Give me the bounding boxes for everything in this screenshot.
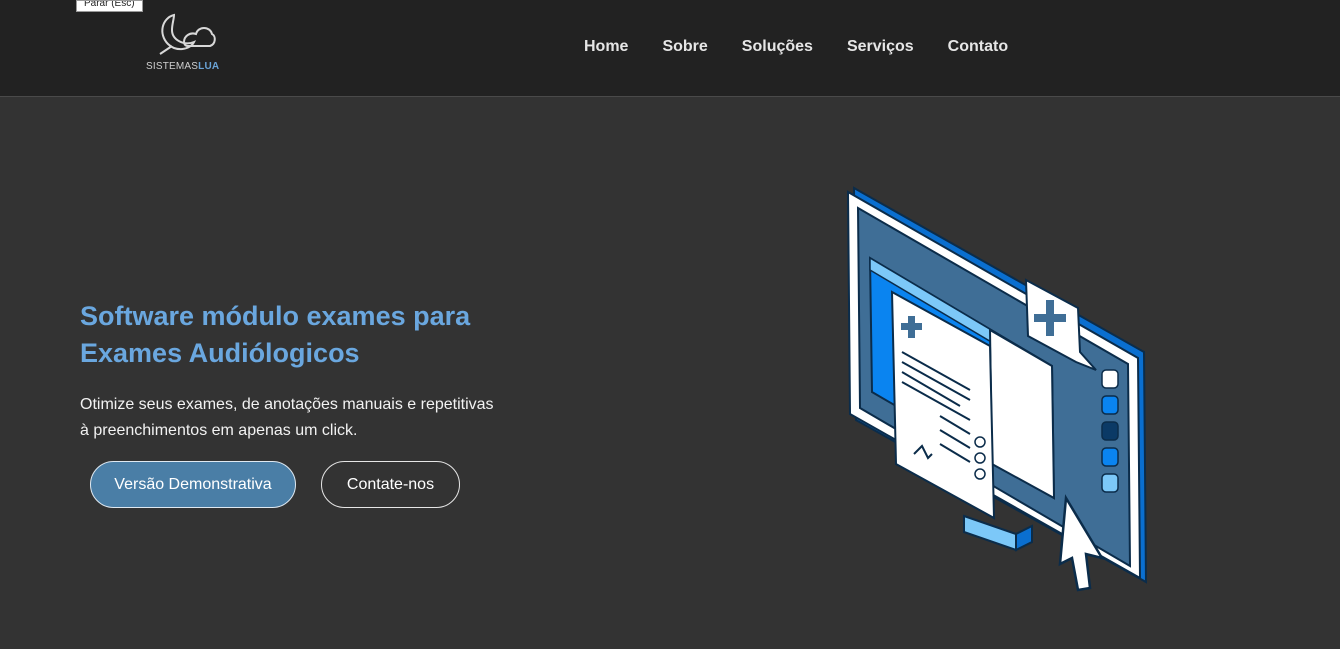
nav-solucoes[interactable]: Soluções — [742, 38, 813, 56]
nav-contato[interactable]: Contato — [948, 38, 1008, 56]
nav-sobre[interactable]: Sobre — [662, 38, 707, 56]
moon-cloud-logo-icon — [159, 13, 216, 55]
tooltip: Parar (Esc) — [76, 0, 143, 12]
contact-button[interactable]: Contate-nos — [321, 461, 460, 508]
hero-title-line1: Software módulo exames para — [80, 301, 471, 331]
hero-description: Otimize seus exames, de anotações manuai… — [80, 392, 520, 444]
monitor-illustration — [840, 180, 1160, 600]
hero-text-line2: à preenchimentos em apenas um click. — [80, 422, 358, 439]
logo[interactable]: SISTEMASLUA — [146, 12, 224, 74]
hero-title: Software módulo exames para Exames Audió… — [80, 298, 540, 372]
hero-title-line2: Exames Audiólogicos — [80, 338, 360, 368]
brand-name: SISTEMASLUA — [146, 61, 220, 72]
hero-text-line1: Otimize seus exames, de anotações manuai… — [80, 396, 494, 413]
site-header: SISTEMASLUA Home Sobre Soluções Serviços… — [0, 0, 1340, 97]
nav-home[interactable]: Home — [584, 38, 628, 56]
nav-servicos[interactable]: Serviços — [847, 38, 914, 56]
main-nav: Home Sobre Soluções Serviços Contato — [584, 38, 1008, 56]
demo-version-button[interactable]: Versão Demonstrativa — [90, 461, 296, 508]
